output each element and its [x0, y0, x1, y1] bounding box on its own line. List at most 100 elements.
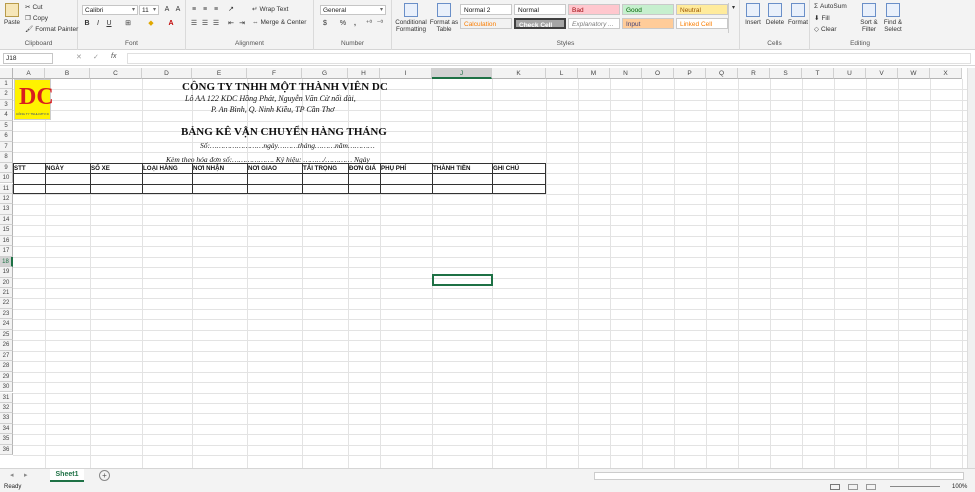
row-header-9[interactable]: 9: [0, 162, 13, 174]
underline-button[interactable]: U: [104, 19, 114, 29]
paste-button[interactable]: Paste: [2, 3, 22, 26]
row-header-25[interactable]: 25: [0, 329, 13, 341]
table-header-cell[interactable]: PHỤ PHÍ: [380, 164, 406, 173]
row-header-5[interactable]: 5: [0, 120, 13, 132]
row-header-22[interactable]: 22: [0, 298, 13, 309]
decrease-decimal-icon[interactable]: ⁻⁰: [375, 19, 385, 29]
find-select-button[interactable]: Find & Select: [882, 3, 904, 33]
row-header-23[interactable]: 23: [0, 308, 13, 320]
row-header-1[interactable]: 1: [0, 79, 13, 90]
column-header-q[interactable]: Q: [706, 68, 738, 79]
cell-style-good[interactable]: Good: [622, 4, 674, 15]
align-center-icon[interactable]: ☰: [200, 19, 210, 29]
cell-style-normal-2[interactable]: Normal 2: [460, 4, 512, 15]
row-header-30[interactable]: 30: [0, 382, 13, 393]
clear-button[interactable]: ◇ Clear: [814, 25, 837, 34]
row-header-28[interactable]: 28: [0, 361, 13, 372]
page-break-icon[interactable]: [866, 484, 876, 490]
zoom-level[interactable]: 100%: [952, 482, 967, 492]
cell-style-check-cell[interactable]: Check Cell: [514, 18, 566, 29]
font-color-icon[interactable]: A: [166, 19, 176, 29]
column-header-f[interactable]: F: [247, 68, 302, 79]
cell-style-normal[interactable]: Normal: [514, 4, 566, 15]
row-header-18[interactable]: 18: [0, 256, 13, 268]
cut-button[interactable]: ✂ Cut: [25, 3, 43, 12]
row-header-21[interactable]: 21: [0, 288, 13, 299]
insert-function-button[interactable]: fx: [111, 53, 116, 60]
cell-style-explanatory[interactable]: Explanatory ...: [568, 18, 620, 29]
column-header-o[interactable]: O: [642, 68, 674, 79]
table-header-cell[interactable]: TẢI TRỌNG: [302, 164, 337, 173]
select-all-corner[interactable]: [0, 68, 13, 79]
number-format-select[interactable]: General: [320, 5, 386, 15]
row-header-10[interactable]: 10: [0, 173, 13, 184]
formula-input[interactable]: [127, 53, 971, 64]
align-top-icon[interactable]: ≡: [189, 5, 199, 15]
page-layout-icon[interactable]: [848, 484, 858, 490]
format-button[interactable]: Format: [787, 3, 809, 26]
column-header-w[interactable]: W: [898, 68, 930, 79]
enter-icon[interactable]: ✓: [93, 53, 99, 61]
conditional-formatting-button[interactable]: Conditional Formatting: [394, 3, 428, 33]
table-header-cell[interactable]: ĐƠN GIÁ: [348, 164, 376, 173]
column-header-i[interactable]: I: [380, 68, 432, 79]
fill-button[interactable]: ⬇ Fill: [814, 14, 830, 23]
currency-button[interactable]: $: [320, 19, 330, 29]
column-header-m[interactable]: M: [578, 68, 610, 79]
orientation-icon[interactable]: ↗: [226, 5, 236, 15]
column-header-v[interactable]: V: [866, 68, 898, 79]
row-header-7[interactable]: 7: [0, 141, 13, 153]
column-header-x[interactable]: X: [930, 68, 962, 79]
row-header-11[interactable]: 11: [0, 183, 13, 194]
column-header-s[interactable]: S: [770, 68, 802, 79]
column-header-k[interactable]: K: [492, 68, 546, 79]
row-header-34[interactable]: 34: [0, 423, 13, 435]
row-header-6[interactable]: 6: [0, 131, 13, 142]
column-header-p[interactable]: P: [674, 68, 706, 79]
zoom-slider[interactable]: [890, 486, 940, 487]
add-sheet-button[interactable]: +: [99, 470, 110, 481]
tab-sheet1[interactable]: Sheet1: [50, 469, 84, 482]
styles-more-icon[interactable]: ▾: [728, 3, 738, 33]
row-header-3[interactable]: 3: [0, 99, 13, 111]
worksheet-grid[interactable]: A B C D E F G H I J K L M N O P Q R S T U V W X 1 2 3 4 5 6 7 8 9 10 11 12 1…: [0, 68, 967, 468]
row-header-17[interactable]: 17: [0, 246, 13, 257]
selected-cell-j18[interactable]: [432, 274, 493, 286]
row-header-31[interactable]: 31: [0, 392, 13, 403]
row-header-36[interactable]: 36: [0, 444, 13, 456]
normal-view-icon[interactable]: [830, 484, 840, 490]
row-header-24[interactable]: 24: [0, 319, 13, 330]
column-header-t[interactable]: T: [802, 68, 834, 79]
column-header-n[interactable]: N: [610, 68, 642, 79]
row-header-4[interactable]: 4: [0, 110, 13, 121]
row-header-16[interactable]: 16: [0, 235, 13, 247]
sort-filter-button[interactable]: Sort & Filter: [858, 3, 880, 33]
delete-button[interactable]: Delete: [764, 3, 786, 26]
row-header-26[interactable]: 26: [0, 340, 13, 351]
row-header-15[interactable]: 15: [0, 225, 13, 236]
column-header-l[interactable]: L: [546, 68, 578, 79]
row-header-32[interactable]: 32: [0, 402, 13, 414]
column-header-g[interactable]: G: [302, 68, 348, 79]
tab-scroll-left-icon[interactable]: ◂: [10, 471, 14, 479]
table-header-cell[interactable]: THÀNH TIỀN: [432, 164, 470, 173]
row-header-8[interactable]: 8: [0, 152, 13, 163]
comma-button[interactable]: ,: [350, 19, 360, 29]
merge-center-button[interactable]: ⇔ Merge & Center: [252, 19, 306, 26]
align-left-icon[interactable]: ☰: [189, 19, 199, 29]
decrease-indent-icon[interactable]: ⇤: [226, 19, 236, 29]
font-size-select[interactable]: 11: [139, 5, 159, 15]
row-header-19[interactable]: 19: [0, 267, 13, 278]
grow-font-button[interactable]: A: [162, 5, 172, 15]
align-bottom-icon[interactable]: ≡: [211, 5, 221, 15]
row-header-29[interactable]: 29: [0, 371, 13, 383]
row-header-14[interactable]: 14: [0, 214, 13, 226]
column-header-c[interactable]: C: [90, 68, 142, 79]
table-header-cell[interactable]: STT: [13, 164, 26, 173]
insert-button[interactable]: Insert: [743, 3, 763, 26]
row-header-35[interactable]: 35: [0, 434, 13, 445]
column-header-r[interactable]: R: [738, 68, 770, 79]
column-header-h[interactable]: H: [348, 68, 380, 79]
row-header-13[interactable]: 13: [0, 204, 13, 215]
column-header-j[interactable]: J: [432, 68, 492, 79]
